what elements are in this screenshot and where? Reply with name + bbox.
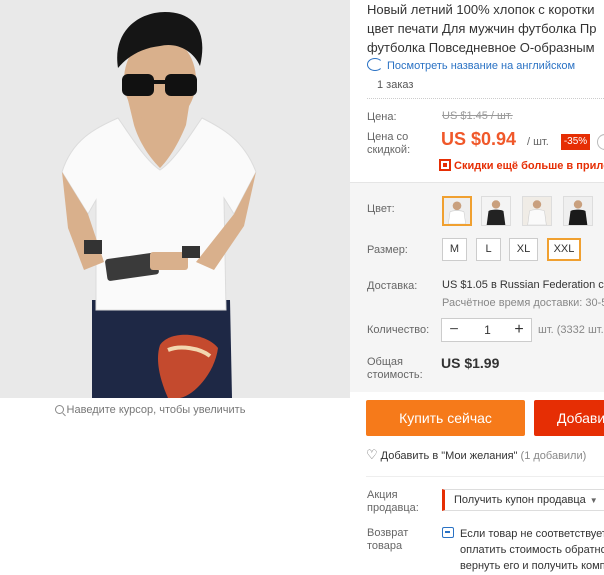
return-label-line: товара (367, 540, 403, 552)
add-to-cart-button[interactable]: Добавит (534, 400, 604, 436)
add-to-wishlist-link[interactable]: ♡ Добавить в "Мои желания" (1 добавили) (366, 447, 586, 463)
size-label: Размер: (367, 244, 408, 256)
color-label: Цвет: (367, 203, 395, 215)
qr-code-icon (439, 159, 451, 171)
translate-icon (367, 58, 383, 71)
quantity-increase-button[interactable]: + (507, 319, 531, 341)
return-label: Возврат товара (367, 527, 408, 553)
delivery-time: Расчётное время доставки: 30-5 (442, 297, 604, 309)
return-label-line: Возврат (367, 527, 409, 539)
get-seller-coupon-button[interactable]: Получить купон продавца ▼ (442, 489, 604, 511)
divider (367, 98, 604, 99)
quantity-available: шт. (3332 шт. д (538, 324, 604, 336)
app-promo-link[interactable]: Скидки ещё больше в прило (439, 159, 604, 172)
translate-title-link[interactable]: Посмотреть название на английском (367, 58, 575, 72)
zoom-hint-text: Наведите курсор, чтобы увеличить (66, 404, 246, 416)
shipping-label: Доставка: (367, 280, 418, 292)
color-swatch-white-2[interactable] (522, 196, 552, 226)
title-line: цвет печати Для мужчин футболка Пр (367, 21, 597, 36)
current-price: US $0.94 (441, 129, 517, 149)
return-policy-icon (442, 527, 454, 538)
buy-now-button[interactable]: Купить сейчас (366, 400, 525, 436)
discount-price-label-line: Цена со (367, 131, 409, 143)
coupon-button-label: Получить купон продавца (454, 494, 586, 506)
per-unit: / шт. (527, 136, 549, 148)
total-price: US $1.99 (441, 355, 500, 371)
chevron-down-icon: ▼ (589, 496, 598, 505)
return-text-line: оплатить стоимость обратно (460, 544, 604, 556)
product-info-panel: Новый летний 100% хлопок с коротки цвет … (350, 0, 604, 575)
quantity-stepper: − 1 + (441, 318, 532, 342)
translate-link-text[interactable]: Посмотреть название на английском (387, 60, 575, 72)
title-line: футболка Повседневное О-образным (367, 40, 595, 55)
return-text-line: вернуть его и получить компенсац (460, 560, 604, 572)
shipping-price: US $1.05 (442, 279, 488, 291)
quantity-input[interactable]: 1 (466, 319, 509, 341)
product-title: Новый летний 100% хлопок с коротки цвет … (367, 0, 604, 57)
old-price: US $1.45 / шт. (442, 110, 513, 122)
return-text-line: Если товар не соответствует (460, 528, 604, 540)
total-label-line: Общая (367, 356, 403, 368)
product-main-image[interactable] (0, 0, 350, 398)
discount-price-label: Цена со скидкой: (367, 131, 410, 157)
total-label: Общая стоимость: (367, 356, 423, 382)
color-swatch-white[interactable] (442, 196, 472, 226)
discount-badge: -35% (561, 134, 590, 150)
price-label: Цена: (367, 111, 397, 123)
wishlist-count: (1 добавили) (520, 450, 587, 462)
seller-promo-label-line: продавца: (367, 502, 419, 514)
magnifier-icon (54, 405, 64, 414)
zoom-hint: Наведите курсор, чтобы увеличить (0, 404, 300, 416)
quantity-decrease-button[interactable]: − (442, 319, 466, 341)
size-option-xl[interactable]: XL (509, 238, 538, 261)
seller-promo-label-line: Акция (367, 489, 398, 501)
size-option-xxl[interactable]: XXL (547, 238, 581, 261)
discount-price-label-line: скидкой: (367, 144, 411, 156)
total-label-line: стоимость: (367, 369, 423, 381)
title-line: Новый летний 100% хлопок с коротки (367, 2, 595, 17)
orders-count: 1 заказ (377, 79, 414, 91)
size-option-l[interactable]: L (476, 238, 501, 261)
return-policy-text: Если товар не соответствует оплатить сто… (460, 526, 604, 574)
wishlist-text[interactable]: Добавить в "Мои желания" (381, 450, 518, 462)
size-option-m[interactable]: M (442, 238, 467, 261)
heart-icon: ♡ (366, 447, 378, 462)
color-swatch-black[interactable] (481, 196, 511, 226)
color-swatch-black-2[interactable] (563, 196, 593, 226)
shipping-value[interactable]: US $1.05 в Russian Federation с (442, 279, 604, 291)
price-toggle[interactable] (597, 134, 604, 150)
app-promo-text[interactable]: Скидки ещё больше в прило (454, 160, 604, 172)
seller-promo-label: Акция продавца: (367, 489, 419, 515)
shipping-destination[interactable]: в Russian Federation с (491, 279, 604, 291)
divider (366, 476, 604, 477)
quantity-label: Количество: (367, 324, 430, 336)
